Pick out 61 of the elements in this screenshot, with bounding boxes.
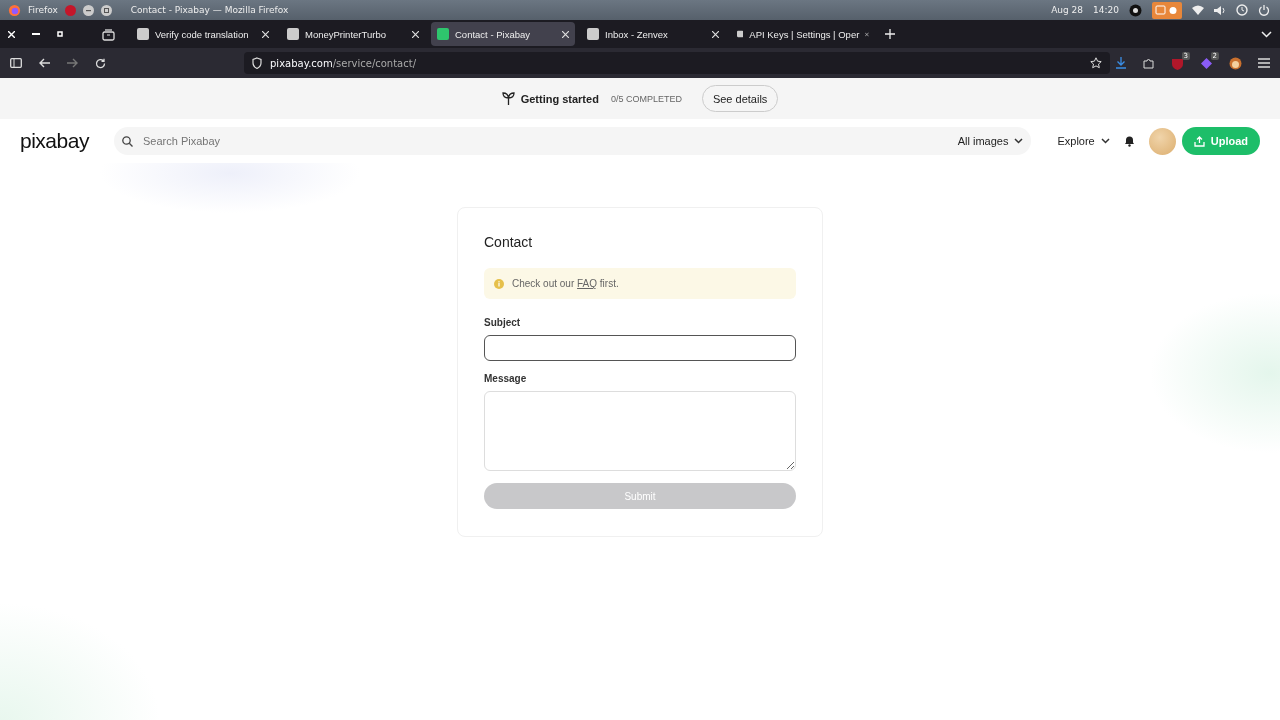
field-label: Message <box>484 373 528 384</box>
volume-icon[interactable] <box>1214 4 1226 16</box>
close-tab-icon[interactable] <box>562 30 569 38</box>
clock: 14:20 <box>1093 5 1119 15</box>
back-arrow-icon[interactable] <box>39 58 50 68</box>
close-tab-icon[interactable] <box>262 30 269 38</box>
address-bar[interactable]: pixabay.com/service/contact/ <box>244 52 1110 74</box>
screen-recording-icon[interactable] <box>1152 1 1182 19</box>
browser-tab[interactable]: Verify code translation <box>131 22 275 46</box>
browser-tab[interactable]: MoneyPrinterTurbo <box>281 22 425 46</box>
form-title: Contact <box>484 234 534 250</box>
site-icon <box>587 28 599 40</box>
progress-text: 0/5 COMPLETED <box>610 93 682 104</box>
reload-icon[interactable] <box>95 57 106 69</box>
browser-tab[interactable]: Inbox - Zenvex <box>581 22 725 46</box>
site-icon <box>137 28 149 40</box>
chevron-down-icon[interactable] <box>1261 30 1272 38</box>
wifi-icon[interactable] <box>1192 5 1204 15</box>
field-label: Subject <box>484 317 522 328</box>
window-title: Contact - Pixabay — Mozilla Firefox <box>130 5 289 15</box>
power-icon[interactable] <box>1258 4 1270 16</box>
subject-field[interactable] <box>484 335 796 361</box>
search-icon <box>122 135 133 147</box>
tab-list-icon[interactable] <box>102 27 115 41</box>
maximize-icon[interactable] <box>57 31 63 37</box>
site-icon <box>737 28 744 40</box>
chevron-down-icon <box>1014 138 1024 144</box>
chevron-down-icon <box>1100 138 1110 144</box>
new-tab-icon[interactable] <box>885 29 895 39</box>
shield-icon <box>252 57 262 69</box>
browser-tab[interactable]: Contact - Pixabay <box>431 22 575 46</box>
sprout-icon <box>501 92 515 105</box>
circle-icon[interactable] <box>1129 3 1142 17</box>
logo[interactable]: pixabay <box>20 129 100 153</box>
explore-menu[interactable]: Explore <box>1057 135 1110 147</box>
message-field[interactable] <box>484 391 796 471</box>
extension-icon[interactable] <box>1200 56 1213 70</box>
close-tab-icon[interactable] <box>712 30 719 38</box>
clock-icon[interactable] <box>1236 4 1248 16</box>
bell-icon[interactable] <box>1123 135 1135 147</box>
search-field[interactable]: Search Pixabay All images <box>114 127 1032 155</box>
upload-icon <box>1193 135 1205 147</box>
filter-dropdown[interactable]: All images <box>957 135 1024 147</box>
download-icon[interactable] <box>1115 57 1127 69</box>
forward-arrow-icon[interactable] <box>67 58 78 68</box>
site-icon <box>437 28 449 40</box>
browser-tab[interactable]: API Keys | Settings | Oper <box>731 22 875 46</box>
minimize-icon[interactable] <box>82 4 94 16</box>
sidebar-icon[interactable] <box>10 58 22 68</box>
see-details-button[interactable]: See details <box>701 85 779 112</box>
star-icon[interactable] <box>1090 57 1102 69</box>
notice-text: Check out our FAQ first. <box>512 278 619 289</box>
site-icon <box>287 28 299 40</box>
date: Aug 28 <box>1051 5 1084 15</box>
app-name: Firefox <box>28 5 58 15</box>
onboarding-label: Getting started <box>520 92 599 105</box>
menu-icon[interactable] <box>1258 58 1270 68</box>
close-tab-icon[interactable] <box>412 30 419 38</box>
close-icon[interactable] <box>8 30 15 38</box>
faq-link[interactable]: FAQ <box>577 278 598 289</box>
info-icon <box>494 278 504 289</box>
